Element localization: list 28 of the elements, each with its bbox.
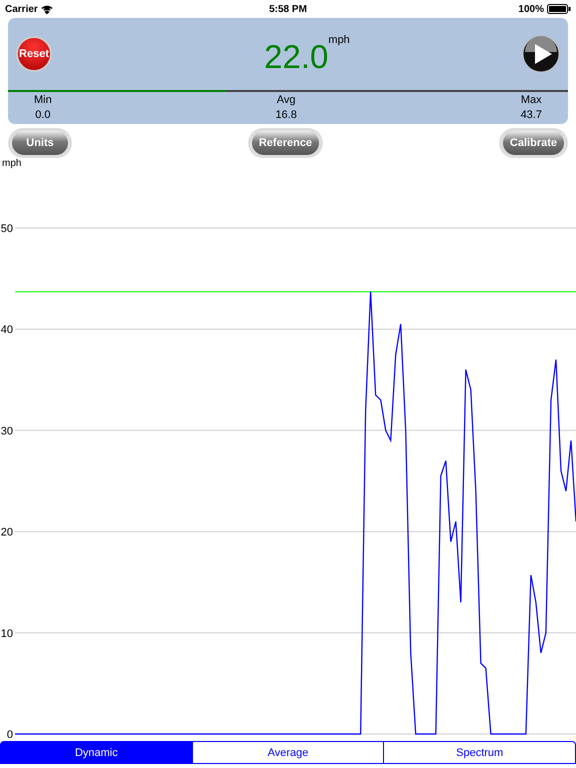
speed-unit: mph xyxy=(328,34,350,46)
pill-button[interactable]: Units xyxy=(12,131,68,155)
pill-button[interactable]: Reference xyxy=(252,131,320,155)
tick-label: 0 xyxy=(6,729,13,738)
stat-value: 16.8 xyxy=(275,109,297,121)
stat-label: Avg xyxy=(276,94,296,106)
tab[interactable]: Dynamic xyxy=(0,741,193,764)
tick-label: 30 xyxy=(0,425,13,438)
tick-label: 40 xyxy=(0,324,13,336)
reset-button[interactable]: Reset xyxy=(16,36,52,72)
tab[interactable]: Spectrum xyxy=(384,741,576,764)
speed-reading: 22.0 xyxy=(264,38,328,76)
tick-label: 10 xyxy=(0,628,13,640)
stat-value: 0.0 xyxy=(35,109,51,121)
stat-label: Min xyxy=(34,94,52,106)
clock: 5:58 PM xyxy=(269,4,307,14)
play-icon[interactable] xyxy=(522,35,560,73)
tab[interactable]: Average xyxy=(192,741,384,764)
axis-label: mph xyxy=(1,158,22,171)
stat-label: Max xyxy=(520,94,542,106)
tick-label: 20 xyxy=(0,526,13,539)
stat-value: 43.7 xyxy=(520,109,542,121)
battery-icon xyxy=(547,4,571,14)
wifi-icon xyxy=(40,4,53,14)
tick-label: 50 xyxy=(0,223,13,235)
battery-percent: 100% xyxy=(518,4,544,14)
carrier-label: Carrier xyxy=(5,4,38,14)
pill-button[interactable]: Calibrate xyxy=(502,131,564,155)
